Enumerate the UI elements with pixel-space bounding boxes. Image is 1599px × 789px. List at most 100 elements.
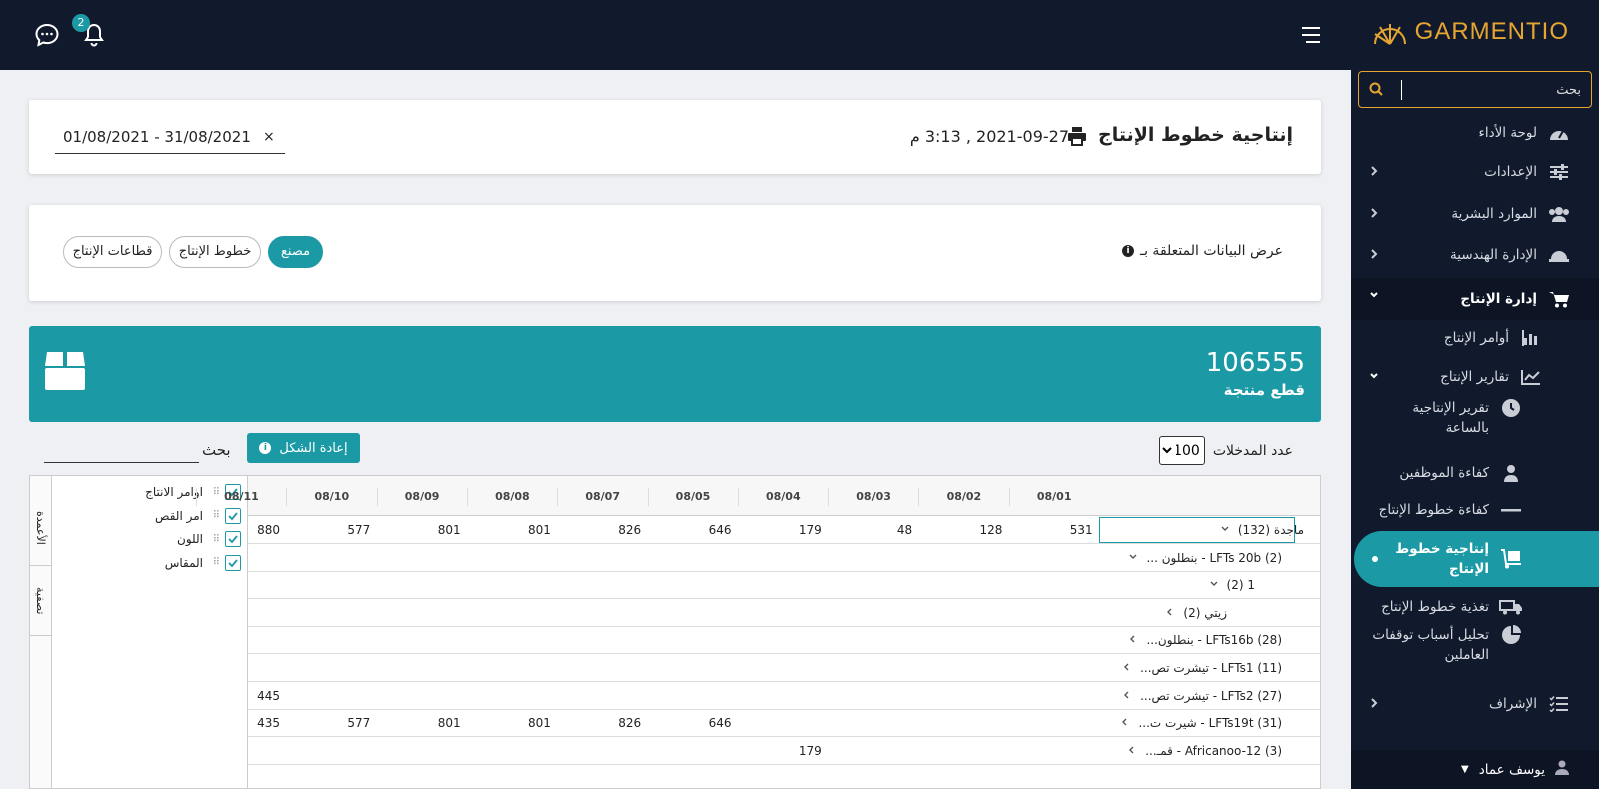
grid-data-area: 08/01 08/02 08/03 08/04 08/05 08/07 08/08 08/09…	[196, 476, 1320, 788]
filter-option-production-sectors[interactable]: قطاعات الإنتاج	[63, 236, 162, 268]
date-column-header[interactable]: 08/10	[286, 488, 376, 506]
chevron-left-icon[interactable]	[1122, 661, 1132, 675]
sidebar-item-line-productivity[interactable]: إنتاجية خطوط الإنتاج	[1354, 531, 1599, 587]
column-toggle-item[interactable]: ⠿ المقاس	[165, 553, 241, 573]
filter-option-factory[interactable]: مصنع	[268, 236, 323, 268]
checkbox-checked-icon[interactable]	[225, 554, 241, 571]
table-row[interactable]: ماجدة (132) 531 128 48 179 646 826 801 801 577 880	[248, 516, 1320, 544]
row-group-label[interactable]: (28) LFTs16b - بنطلون...	[1128, 633, 1282, 647]
table-row[interactable]: 1 (2)	[248, 571, 1320, 600]
chevron-down-icon	[1369, 369, 1379, 383]
filter-option-production-lines[interactable]: خطوط الإنتاج	[169, 236, 261, 268]
date-column-header[interactable]: 08/07	[557, 488, 647, 506]
pivot-grid: الأعمدة تصفية ⠿ اوامر الانتاج ⠿ امر القص ⠿ ال…	[29, 475, 1321, 789]
date-column-header[interactable]: 08/11	[196, 488, 286, 506]
drag-handle-icon[interactable]: ⠿	[209, 557, 220, 568]
tab-filter[interactable]: تصفية	[30, 566, 51, 636]
chevron-left-icon[interactable]	[1122, 689, 1132, 703]
date-range-value: 01/08/2021 - 31/08/2021	[63, 128, 251, 146]
chevron-left-icon[interactable]	[1165, 606, 1175, 620]
date-range-picker[interactable]: 01/08/2021 - 31/08/2021 ×	[55, 126, 285, 154]
chevron-down-icon[interactable]	[1209, 578, 1219, 592]
sidebar-item-settings[interactable]: الإعدادات	[1351, 154, 1599, 190]
clear-date-icon[interactable]: ×	[263, 129, 275, 145]
table-row[interactable]: (3) Africanoo-12 - قمـ... 179	[248, 737, 1320, 765]
table-cell: 801	[527, 716, 551, 731]
table-row[interactable]: (11) LFTs1 - تيشرت تص...	[248, 654, 1320, 682]
row-label-text: ماجدة (132)	[1237, 523, 1304, 537]
table-row[interactable]: زيتي (2)	[248, 599, 1320, 627]
row-group-label[interactable]: ماجدة (132)	[1220, 523, 1304, 537]
row-group-label[interactable]: زيتي (2)	[1165, 606, 1227, 620]
row-group-label[interactable]: (31) LFTs19t - شيرت ت...	[1120, 716, 1282, 730]
search-icon[interactable]	[1369, 82, 1383, 100]
chevron-left-icon[interactable]	[1120, 716, 1130, 730]
sidebar-item-employee-efficiency[interactable]: كفاءة الموظفين	[1351, 455, 1599, 491]
row-label-text: (3) Africanoo-12 - قمـ...	[1145, 743, 1282, 758]
sidebar: GARMENTIO لوحة الأداء الإعدادات الموارد …	[1351, 0, 1599, 789]
chevron-left-icon	[1369, 164, 1379, 178]
date-column-header[interactable]: 08/08	[466, 488, 557, 506]
sidebar-item-production-orders[interactable]: أوامر الإنتاج	[1351, 320, 1599, 356]
sidebar-item-production-management[interactable]: إدارة الإنتاج	[1351, 278, 1599, 320]
entries-select[interactable]: 100	[1158, 436, 1205, 465]
reset-layout-button[interactable]: إعادة الشكل i	[247, 433, 360, 463]
chevron-down-icon[interactable]	[1128, 551, 1138, 565]
filter-card: عرض البيانات المتعلقة بـ i مصنع خطوط الإ…	[29, 205, 1321, 301]
sidebar-item-hr[interactable]: الموارد البشرية	[1351, 196, 1599, 232]
sidebar-item-downtime-analysis[interactable]: تحليل أسباب توقفات العاملين	[1351, 625, 1599, 675]
row-group-label[interactable]: (11) LFTs1 - تيشرت تص...	[1122, 661, 1282, 675]
sidebar-item-line-feeding[interactable]: تغذية خطوط الإنتاج	[1351, 589, 1599, 625]
column-toggle-label: اوامر الانتاج	[145, 485, 203, 499]
date-column-header[interactable]: 08/05	[647, 488, 738, 506]
row-group-label[interactable]: (2) LFTs 20b - بنطلون ...	[1128, 551, 1282, 565]
chevron-left-icon[interactable]	[1128, 633, 1138, 647]
hamburger-menu-icon[interactable]	[1300, 24, 1324, 46]
chat-icon[interactable]	[34, 22, 60, 48]
drag-handle-icon[interactable]: ⠿	[209, 510, 220, 521]
print-icon[interactable]	[1067, 126, 1087, 150]
chevron-left-icon[interactable]	[1127, 744, 1137, 758]
grid-search-input[interactable]	[44, 437, 199, 463]
table-row[interactable]: (27) LFTs2 - تيشرت تص... 445	[248, 682, 1320, 710]
truck-icon	[1499, 597, 1523, 617]
grid-side-tabs: الأعمدة تصفية	[30, 476, 52, 788]
caret-down-icon: ▼	[1461, 764, 1469, 775]
tab-columns[interactable]: الأعمدة	[30, 490, 51, 566]
date-column-header[interactable]: 08/09	[376, 488, 467, 506]
table-row[interactable]: (28) LFTs16b - بنطلون...	[248, 626, 1320, 655]
line-icon	[1499, 500, 1523, 520]
sidebar-item-line-efficiency[interactable]: كفاءة خطوط الإنتاج	[1351, 492, 1599, 528]
sidebar-item-dashboard[interactable]: لوحة الأداء	[1351, 115, 1599, 151]
table-row[interactable]: (31) LFTs19t - شيرت ت... 646 826 801 801 577 4…	[248, 709, 1320, 738]
table-row[interactable]: (2) LFTs 20b - بنطلون ...	[248, 544, 1320, 572]
sidebar-item-engineering[interactable]: الإدارة الهندسية	[1351, 237, 1599, 273]
grid-search-label: بحث	[202, 441, 231, 459]
row-label-text: زيتي (2)	[1183, 605, 1227, 620]
sidebar-item-hourly-productivity[interactable]: تقرير الإنتاجية بالساعة	[1351, 398, 1599, 448]
sidebar-item-production-reports[interactable]: تقارير الإنتاج	[1351, 359, 1599, 395]
table-cell: 646	[708, 523, 732, 537]
sidebar-search-input[interactable]	[1401, 80, 1581, 100]
date-column-header[interactable]: 08/02	[918, 488, 1008, 506]
user-menu[interactable]: يوسف عماد ▼	[1351, 750, 1599, 789]
info-icon[interactable]: i	[1121, 245, 1134, 257]
table-cell: 179	[798, 743, 822, 758]
checkbox-checked-icon[interactable]	[225, 507, 241, 524]
row-group-label[interactable]: 1 (2)	[1209, 578, 1255, 592]
main-content: إنتاجية خطوط الإنتاج 2021-09-27 , 3:13 م…	[0, 70, 1351, 789]
sidebar-search	[1358, 71, 1592, 108]
date-column-header[interactable]: 08/04	[737, 488, 828, 506]
date-column-header[interactable]: 08/03	[828, 488, 918, 506]
entries-control: عدد المدخلات 100	[1158, 436, 1293, 465]
row-group-label[interactable]: (3) Africanoo-12 - قمـ...	[1127, 744, 1282, 758]
sidebar-item-supervision[interactable]: الإشراف	[1351, 686, 1599, 722]
chevron-down-icon[interactable]	[1220, 523, 1230, 537]
brand-logo[interactable]: GARMENTIO	[1371, 18, 1569, 46]
chevron-down-icon	[1369, 288, 1379, 302]
chevron-left-icon	[1369, 696, 1379, 710]
row-group-label[interactable]: (27) LFTs2 - تيشرت تص...	[1122, 689, 1282, 703]
column-toggle-label: امر القص	[155, 508, 203, 523]
table-cell: 48	[896, 523, 913, 537]
date-column-header[interactable]: 08/01	[1008, 488, 1099, 506]
